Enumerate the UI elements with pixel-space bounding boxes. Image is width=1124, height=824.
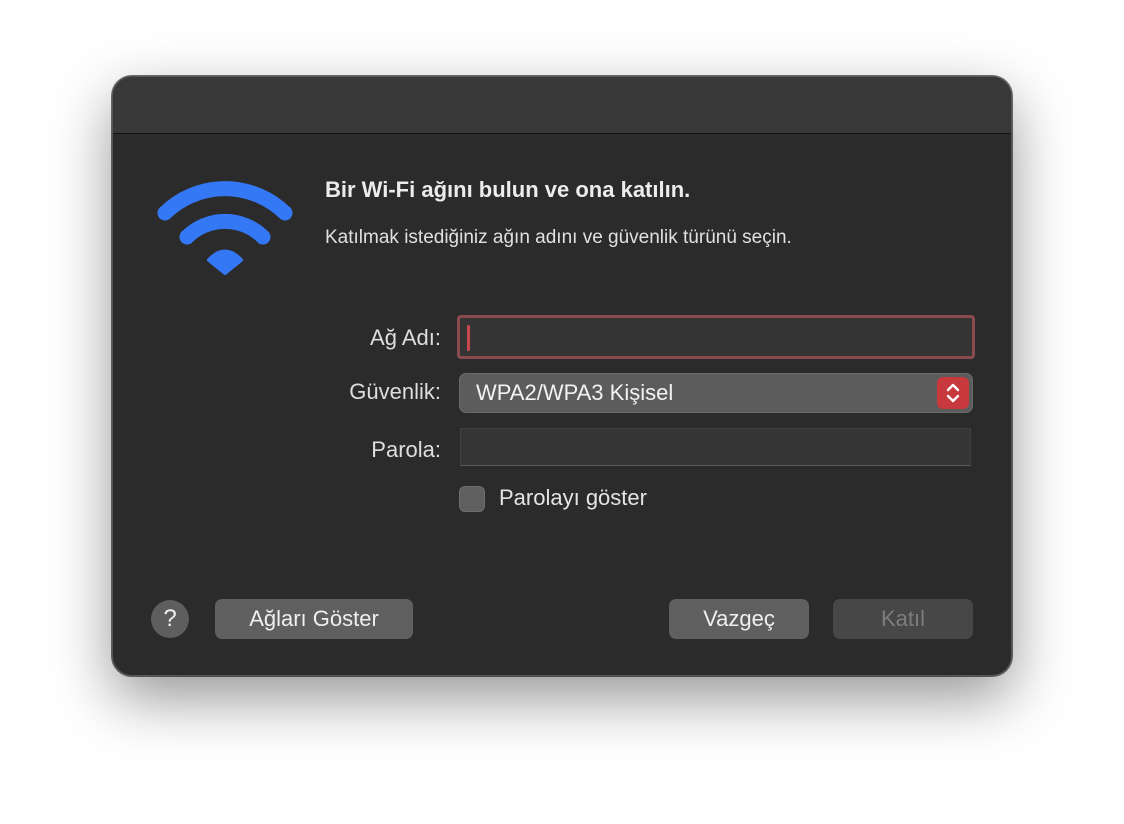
cancel-button[interactable]: Vazgeç: [669, 599, 809, 639]
show-password-checkbox[interactable]: [459, 486, 485, 512]
wifi-icon: [157, 179, 293, 279]
help-button[interactable]: ?: [151, 600, 189, 638]
join-wifi-dialog: Bir Wi-Fi ağını bulun ve ona katılın. Ka…: [112, 76, 1012, 676]
dialog-subtitle: Katılmak istediğiniz ağın adını ve güven…: [325, 227, 792, 248]
password-input[interactable]: [460, 428, 971, 466]
security-label: Güvenlik:: [349, 379, 441, 404]
security-select[interactable]: WPA2/WPA3 Kişisel: [459, 373, 973, 413]
security-select-value: WPA2/WPA3 Kişisel: [476, 380, 674, 405]
dialog-title: Bir Wi-Fi ağını bulun ve ona katılın.: [325, 177, 691, 202]
text-caret: [467, 325, 470, 351]
network-name-label: Ağ Adı:: [370, 325, 441, 350]
show-password-label[interactable]: Parolayı göster: [499, 485, 647, 511]
title-bar[interactable]: [113, 77, 1011, 134]
join-button[interactable]: Katıl: [833, 599, 973, 639]
show-networks-button[interactable]: Ağları Göster: [215, 599, 413, 639]
network-name-input[interactable]: [457, 315, 975, 359]
password-label: Parola:: [371, 437, 441, 462]
updown-chevron-icon[interactable]: [937, 377, 969, 409]
